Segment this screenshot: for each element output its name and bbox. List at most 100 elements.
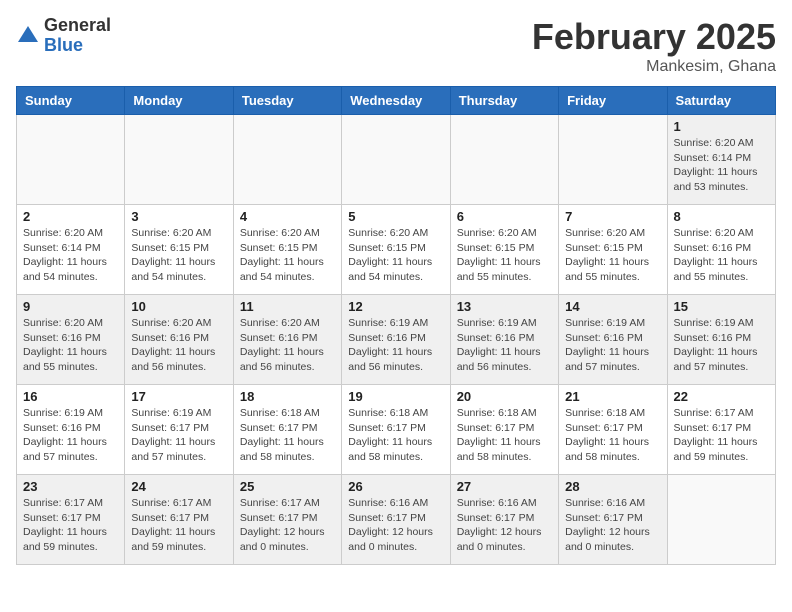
calendar-cell: 9 Sunrise: 6:20 AM Sunset: 6:16 PM Daylig… xyxy=(17,295,125,385)
day-info: Sunrise: 6:20 AM Sunset: 6:16 PM Dayligh… xyxy=(23,316,118,375)
day-number: 18 xyxy=(240,389,335,404)
day-info: Sunrise: 6:19 AM Sunset: 6:16 PM Dayligh… xyxy=(348,316,443,375)
day-info: Sunrise: 6:18 AM Sunset: 6:17 PM Dayligh… xyxy=(565,406,660,465)
page-header: General Blue February 2025 Mankesim, Gha… xyxy=(16,16,776,76)
logo-text: General Blue xyxy=(44,16,111,56)
day-info: Sunrise: 6:20 AM Sunset: 6:16 PM Dayligh… xyxy=(674,226,769,285)
logo-blue: Blue xyxy=(44,36,111,56)
day-info: Sunrise: 6:17 AM Sunset: 6:17 PM Dayligh… xyxy=(674,406,769,465)
calendar-cell: 13Sunrise: 6:19 AM Sunset: 6:16 PM Dayli… xyxy=(450,295,558,385)
day-number: 13 xyxy=(457,299,552,314)
weekday-header-tuesday: Tuesday xyxy=(233,87,341,115)
calendar-cell: 20Sunrise: 6:18 AM Sunset: 6:17 PM Dayli… xyxy=(450,385,558,475)
logo: General Blue xyxy=(16,16,111,56)
day-number: 12 xyxy=(348,299,443,314)
day-info: Sunrise: 6:20 AM Sunset: 6:15 PM Dayligh… xyxy=(131,226,226,285)
day-info: Sunrise: 6:16 AM Sunset: 6:17 PM Dayligh… xyxy=(457,496,552,555)
calendar-cell xyxy=(125,115,233,205)
day-number: 23 xyxy=(23,479,118,494)
calendar-cell: 16Sunrise: 6:19 AM Sunset: 6:16 PM Dayli… xyxy=(17,385,125,475)
day-info: Sunrise: 6:20 AM Sunset: 6:15 PM Dayligh… xyxy=(348,226,443,285)
weekday-header-friday: Friday xyxy=(559,87,667,115)
logo-general: General xyxy=(44,16,111,36)
calendar-week-row: 1 Sunrise: 6:20 AM Sunset: 6:14 PM Daylig… xyxy=(17,115,776,205)
day-info: Sunrise: 6:17 AM Sunset: 6:17 PM Dayligh… xyxy=(23,496,118,555)
calendar-cell: 21 Sunrise: 6:18 AM Sunset: 6:17 PM Dayli… xyxy=(559,385,667,475)
calendar-cell: 28Sunrise: 6:16 AM Sunset: 6:17 PM Dayli… xyxy=(559,475,667,565)
day-info: Sunrise: 6:18 AM Sunset: 6:17 PM Dayligh… xyxy=(348,406,443,465)
day-info: Sunrise: 6:20 AM Sunset: 6:14 PM Dayligh… xyxy=(674,136,769,195)
day-number: 9 xyxy=(23,299,118,314)
weekday-header-saturday: Saturday xyxy=(667,87,775,115)
weekday-header-sunday: Sunday xyxy=(17,87,125,115)
calendar-cell xyxy=(667,475,775,565)
day-number: 16 xyxy=(23,389,118,404)
day-number: 3 xyxy=(131,209,226,224)
calendar-week-row: 9 Sunrise: 6:20 AM Sunset: 6:16 PM Daylig… xyxy=(17,295,776,385)
day-number: 4 xyxy=(240,209,335,224)
day-info: Sunrise: 6:17 AM Sunset: 6:17 PM Dayligh… xyxy=(131,496,226,555)
day-number: 25 xyxy=(240,479,335,494)
calendar-cell: 14 Sunrise: 6:19 AM Sunset: 6:16 PM Dayli… xyxy=(559,295,667,385)
day-info: Sunrise: 6:20 AM Sunset: 6:16 PM Dayligh… xyxy=(131,316,226,375)
calendar-cell: 17 Sunrise: 6:19 AM Sunset: 6:17 PM Dayli… xyxy=(125,385,233,475)
calendar-cell: 11 Sunrise: 6:20 AM Sunset: 6:16 PM Dayli… xyxy=(233,295,341,385)
calendar-cell xyxy=(450,115,558,205)
day-info: Sunrise: 6:16 AM Sunset: 6:17 PM Dayligh… xyxy=(348,496,443,555)
calendar-cell: 23 Sunrise: 6:17 AM Sunset: 6:17 PM Dayli… xyxy=(17,475,125,565)
day-info: Sunrise: 6:17 AM Sunset: 6:17 PM Dayligh… xyxy=(240,496,335,555)
day-info: Sunrise: 6:16 AM Sunset: 6:17 PM Dayligh… xyxy=(565,496,660,555)
calendar-cell: 7Sunrise: 6:20 AM Sunset: 6:15 PM Daylig… xyxy=(559,205,667,295)
calendar-cell: 15Sunrise: 6:19 AM Sunset: 6:16 PM Dayli… xyxy=(667,295,775,385)
day-info: Sunrise: 6:19 AM Sunset: 6:17 PM Dayligh… xyxy=(131,406,226,465)
day-info: Sunrise: 6:20 AM Sunset: 6:15 PM Dayligh… xyxy=(240,226,335,285)
calendar-week-row: 23 Sunrise: 6:17 AM Sunset: 6:17 PM Dayli… xyxy=(17,475,776,565)
day-number: 1 xyxy=(674,119,769,134)
day-number: 2 xyxy=(23,209,118,224)
logo-icon xyxy=(16,24,40,48)
day-number: 21 xyxy=(565,389,660,404)
calendar-cell xyxy=(559,115,667,205)
title-block: February 2025 Mankesim, Ghana xyxy=(532,16,776,76)
calendar-cell: 18 Sunrise: 6:18 AM Sunset: 6:17 PM Dayli… xyxy=(233,385,341,475)
day-number: 6 xyxy=(457,209,552,224)
calendar-cell: 6 Sunrise: 6:20 AM Sunset: 6:15 PM Daylig… xyxy=(450,205,558,295)
calendar-cell: 12 Sunrise: 6:19 AM Sunset: 6:16 PM Dayli… xyxy=(342,295,450,385)
weekday-header-wednesday: Wednesday xyxy=(342,87,450,115)
day-number: 14 xyxy=(565,299,660,314)
calendar-cell: 19 Sunrise: 6:18 AM Sunset: 6:17 PM Dayli… xyxy=(342,385,450,475)
calendar-week-row: 2 Sunrise: 6:20 AM Sunset: 6:14 PM Daylig… xyxy=(17,205,776,295)
day-number: 22 xyxy=(674,389,769,404)
calendar-cell: 22 Sunrise: 6:17 AM Sunset: 6:17 PM Dayli… xyxy=(667,385,775,475)
day-info: Sunrise: 6:20 AM Sunset: 6:15 PM Dayligh… xyxy=(457,226,552,285)
day-number: 5 xyxy=(348,209,443,224)
day-info: Sunrise: 6:18 AM Sunset: 6:17 PM Dayligh… xyxy=(240,406,335,465)
calendar-cell: 4 Sunrise: 6:20 AM Sunset: 6:15 PM Daylig… xyxy=(233,205,341,295)
day-number: 27 xyxy=(457,479,552,494)
calendar-cell: 25 Sunrise: 6:17 AM Sunset: 6:17 PM Dayli… xyxy=(233,475,341,565)
calendar-cell xyxy=(17,115,125,205)
day-number: 8 xyxy=(674,209,769,224)
day-number: 19 xyxy=(348,389,443,404)
day-info: Sunrise: 6:20 AM Sunset: 6:14 PM Dayligh… xyxy=(23,226,118,285)
calendar-cell: 8 Sunrise: 6:20 AM Sunset: 6:16 PM Daylig… xyxy=(667,205,775,295)
weekday-header-thursday: Thursday xyxy=(450,87,558,115)
weekday-header-monday: Monday xyxy=(125,87,233,115)
day-info: Sunrise: 6:18 AM Sunset: 6:17 PM Dayligh… xyxy=(457,406,552,465)
calendar-cell: 26Sunrise: 6:16 AM Sunset: 6:17 PM Dayli… xyxy=(342,475,450,565)
day-number: 17 xyxy=(131,389,226,404)
day-number: 7 xyxy=(565,209,660,224)
calendar-cell: 2 Sunrise: 6:20 AM Sunset: 6:14 PM Daylig… xyxy=(17,205,125,295)
calendar-title: February 2025 xyxy=(532,16,776,58)
calendar-week-row: 16Sunrise: 6:19 AM Sunset: 6:16 PM Dayli… xyxy=(17,385,776,475)
day-number: 10 xyxy=(131,299,226,314)
calendar-cell: 27 Sunrise: 6:16 AM Sunset: 6:17 PM Dayli… xyxy=(450,475,558,565)
day-number: 11 xyxy=(240,299,335,314)
calendar-cell xyxy=(233,115,341,205)
day-info: Sunrise: 6:20 AM Sunset: 6:16 PM Dayligh… xyxy=(240,316,335,375)
calendar-cell: 10 Sunrise: 6:20 AM Sunset: 6:16 PM Dayli… xyxy=(125,295,233,385)
calendar-cell: 24Sunrise: 6:17 AM Sunset: 6:17 PM Dayli… xyxy=(125,475,233,565)
calendar-table: SundayMondayTuesdayWednesdayThursdayFrid… xyxy=(16,86,776,565)
calendar-subtitle: Mankesim, Ghana xyxy=(532,58,776,76)
day-info: Sunrise: 6:19 AM Sunset: 6:16 PM Dayligh… xyxy=(565,316,660,375)
